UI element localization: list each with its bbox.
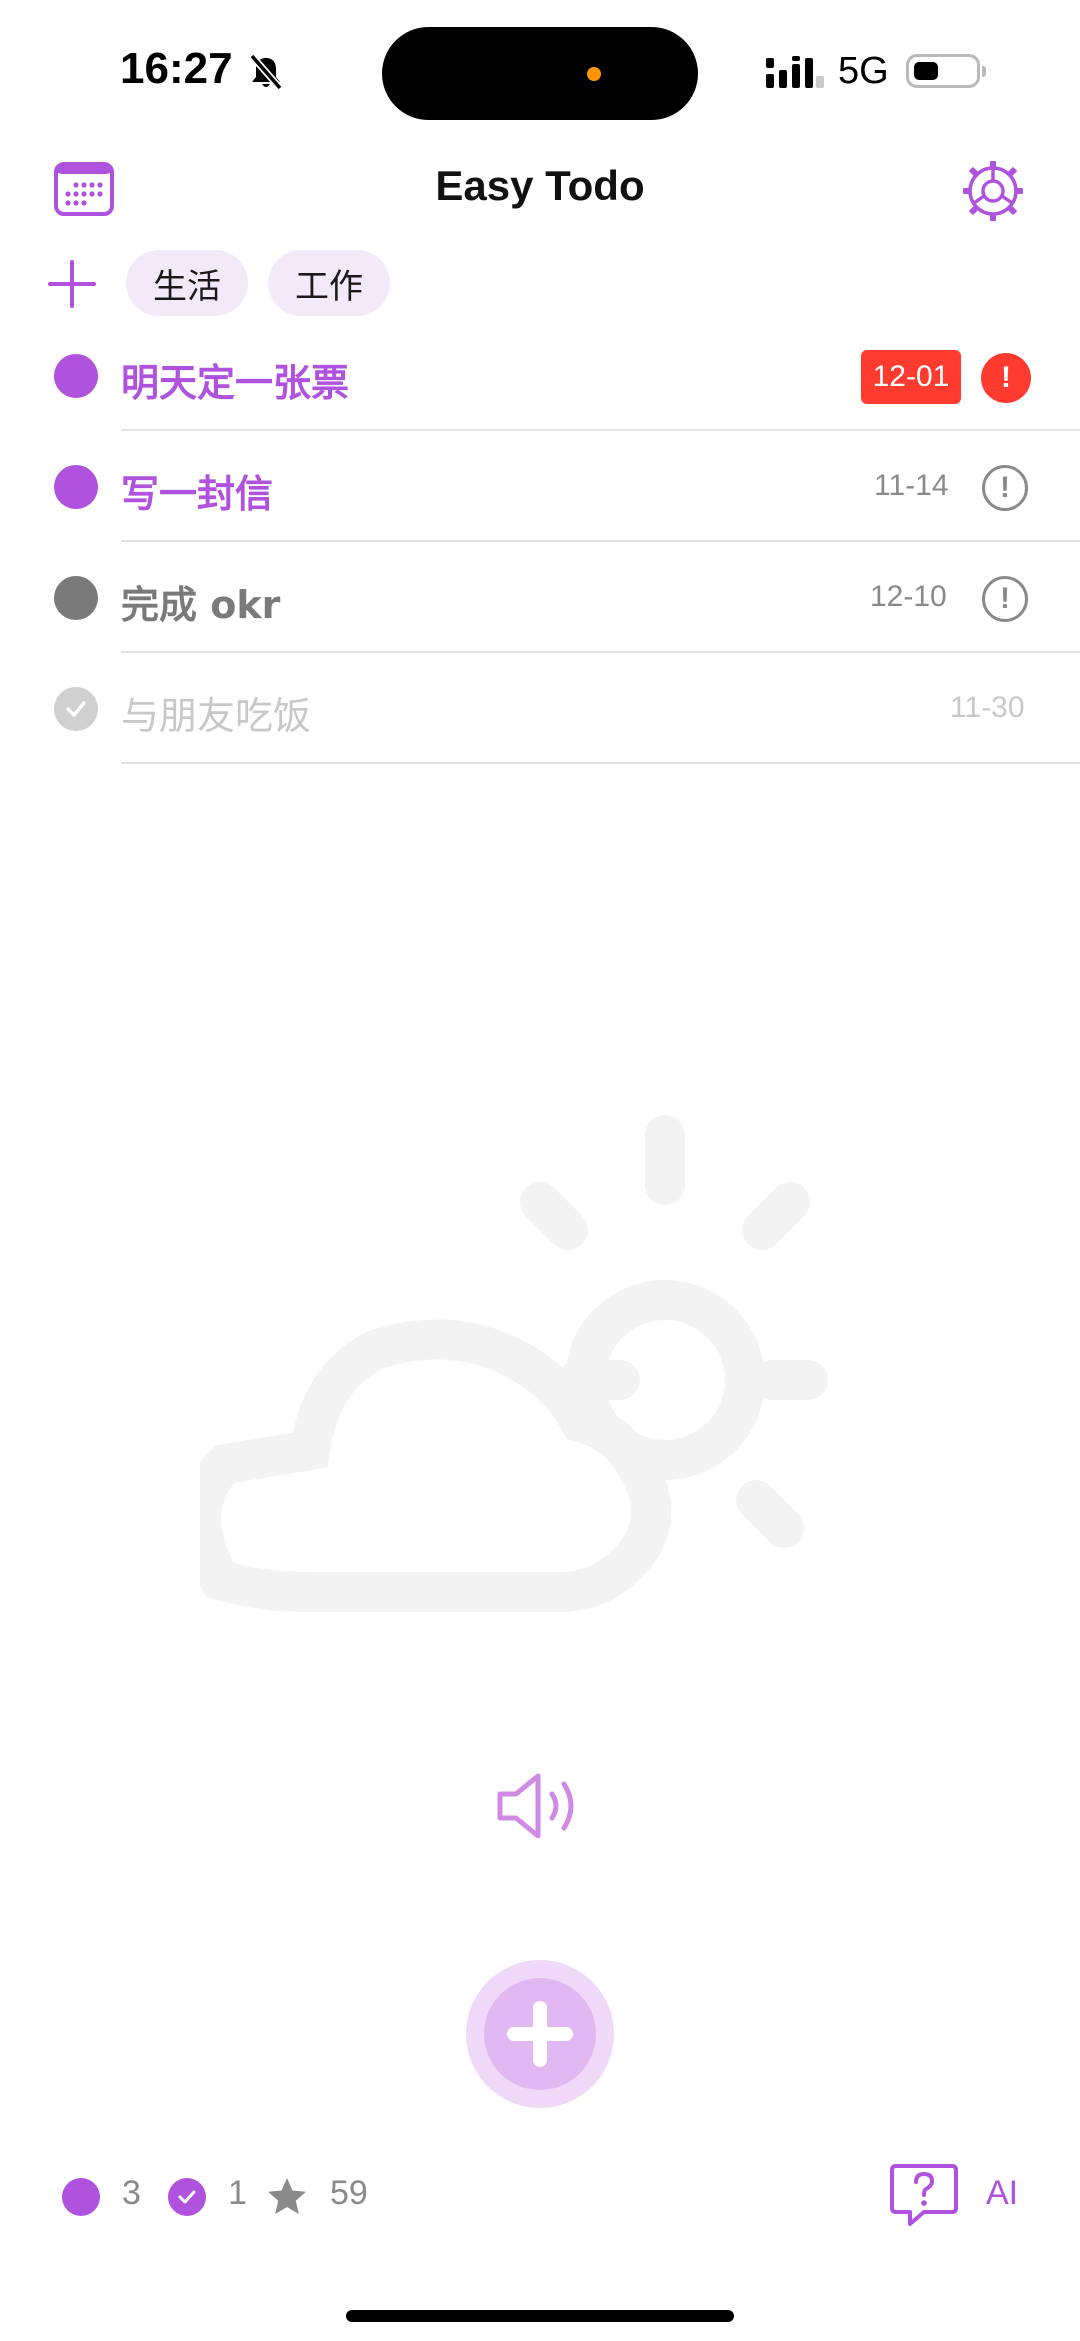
done-count: 1 xyxy=(228,2174,247,2212)
todo-due-date: 11-14 xyxy=(874,469,949,502)
battery-low-icon xyxy=(906,54,986,88)
open-count-dot xyxy=(62,2178,100,2216)
tag-chip-life[interactable]: 生活 xyxy=(126,250,248,316)
ai-button[interactable]: AI xyxy=(986,2174,1018,2213)
todo-due-date: 12-10 xyxy=(870,580,947,613)
priority-high-icon[interactable]: ! xyxy=(981,353,1031,403)
plus-icon xyxy=(48,260,96,308)
status-time: 16:27 xyxy=(120,44,233,93)
gear-icon[interactable] xyxy=(962,160,1024,226)
todo-title: 明天定一张票 xyxy=(121,361,350,405)
todo-row-completed[interactable]: 与朋友吃饭 11-30 xyxy=(0,653,1080,764)
speaker-icon[interactable] xyxy=(494,1770,586,1846)
todo-status-dot[interactable] xyxy=(54,465,98,509)
todo-due-date-overdue: 12-01 xyxy=(861,350,961,404)
privacy-indicator xyxy=(587,67,601,81)
done-check-icon xyxy=(168,2178,206,2216)
question-bubble-icon[interactable] xyxy=(890,2162,958,2232)
add-todo-icon xyxy=(466,1960,614,2108)
bell-slash-icon xyxy=(246,52,286,96)
priority-icon[interactable]: ! xyxy=(982,576,1028,622)
add-todo-button[interactable] xyxy=(466,1960,614,2112)
star-count: 59 xyxy=(330,2174,368,2212)
cellular-signal-icon xyxy=(766,56,824,94)
page-title: Easy Todo xyxy=(435,162,645,209)
todo-title: 完成 okr xyxy=(121,583,281,627)
open-count: 3 xyxy=(122,2174,141,2212)
todo-title: 写一封信 xyxy=(121,472,274,516)
todo-row[interactable]: 完成 okr 12-10 ! xyxy=(0,542,1080,653)
add-tag-button[interactable] xyxy=(46,258,98,314)
network-type: 5G xyxy=(838,50,889,92)
dynamic-island xyxy=(382,27,698,120)
sun-behind-cloud-icon xyxy=(181,1110,930,1634)
todo-row[interactable]: 写一封信 11-14 ! xyxy=(0,431,1080,542)
tag-chip-work[interactable]: 工作 xyxy=(268,250,390,316)
todo-due-date: 11-30 xyxy=(950,691,1025,724)
row-divider xyxy=(121,762,1080,764)
todo-title: 与朋友吃饭 xyxy=(121,694,312,738)
priority-icon[interactable]: ! xyxy=(982,465,1028,511)
checkmark-icon[interactable] xyxy=(54,687,98,731)
star-icon xyxy=(266,2176,308,2222)
todo-status-dot[interactable] xyxy=(54,354,98,398)
todo-row[interactable]: 明天定一张票 12-01 ! xyxy=(0,320,1080,431)
home-indicator xyxy=(346,2310,734,2322)
todo-status-dot[interactable] xyxy=(54,576,98,620)
